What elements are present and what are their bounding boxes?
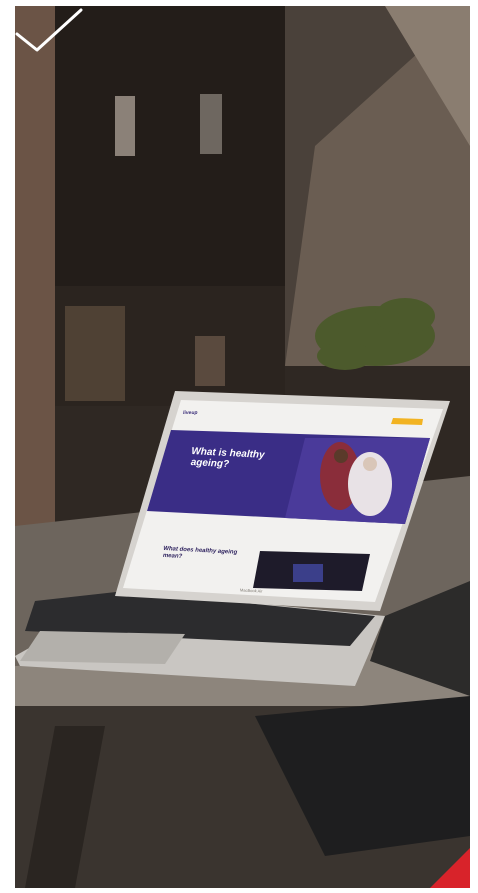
corner-accent [430, 848, 470, 888]
checkmark-icon [15, 8, 83, 52]
trackpad [20, 631, 185, 664]
site-logo: liveup [182, 410, 198, 416]
photo-scene [15, 6, 470, 888]
hero-title: What is healthy ageing? [190, 446, 265, 471]
left-pillar [15, 6, 55, 566]
laptop-photo: liveup What is healthy ageing? What does… [15, 6, 470, 888]
